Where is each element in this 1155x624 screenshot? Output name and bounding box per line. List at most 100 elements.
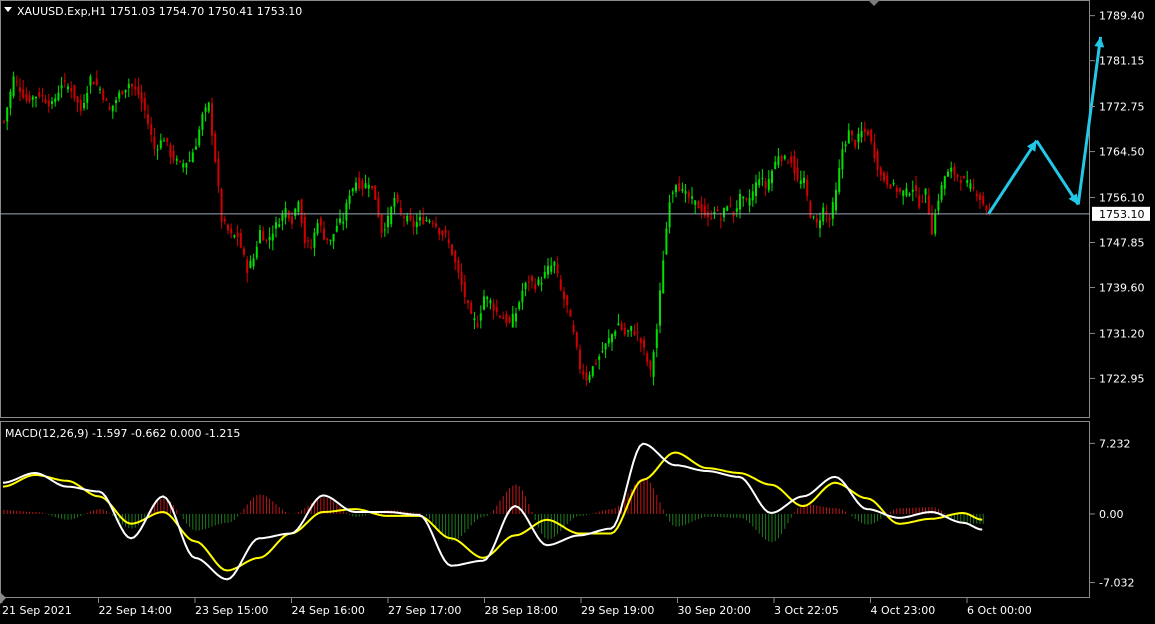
candle-body [115, 100, 117, 104]
candle-body [611, 334, 613, 343]
candle-body [950, 167, 953, 172]
candle-body [367, 184, 370, 189]
candle-body [678, 183, 681, 192]
forecast-arrow-shaft[interactable] [1035, 139, 1080, 206]
candle-body [815, 218, 818, 223]
candle-body [847, 130, 850, 144]
candle-body [723, 208, 725, 218]
forecast-arrow-shaft[interactable] [987, 139, 1038, 215]
candle-body [668, 202, 671, 228]
candle-body [556, 264, 559, 274]
candle-body [435, 223, 437, 227]
candle-body [947, 171, 949, 177]
candle-body [550, 265, 553, 272]
candle-body [332, 233, 335, 242]
price-axis: 1789.40 1781.15 1772.75 1764.50 1756.10 1747.… [1090, 10, 1145, 385]
triangle-down-icon[interactable] [4, 7, 12, 12]
candle-body [975, 193, 978, 197]
candle-body [953, 166, 956, 175]
candle-body [102, 90, 105, 100]
candle-body [28, 95, 31, 102]
price-tick-label: 1764.50 [1099, 146, 1145, 159]
candle-body [739, 193, 741, 210]
time-tick-label: 27 Sep 17:00 [388, 604, 461, 617]
candle-body [412, 220, 415, 227]
candle-body [579, 349, 581, 370]
trading-terminal: 1789.40 1781.15 1772.75 1764.50 1756.10 1747.… [0, 0, 1155, 620]
candle-body [819, 220, 821, 229]
candle-body [758, 179, 761, 186]
candle-body [905, 188, 908, 196]
candle-body [159, 140, 162, 149]
candle-body [73, 84, 76, 99]
candle-body [764, 181, 767, 188]
candle-body [310, 246, 313, 248]
candle-body [767, 178, 770, 191]
candle-body [918, 195, 921, 208]
candle-body [540, 283, 543, 285]
candle-body [278, 224, 281, 227]
candle-body [876, 151, 879, 170]
candle-body [646, 353, 649, 363]
candle-body [108, 106, 111, 110]
candle-body [348, 195, 351, 204]
chart-area[interactable]: 1789.40 1781.15 1772.75 1764.50 1756.10 1747.… [0, 0, 1155, 620]
candle-body [575, 332, 578, 347]
candle-body [323, 228, 325, 240]
candle-body [879, 168, 882, 176]
candle-body [383, 229, 386, 231]
candle-body [812, 216, 815, 218]
candle-body [460, 272, 463, 285]
candle-body [604, 343, 607, 350]
candle-body [54, 98, 57, 103]
candle-body [479, 313, 482, 321]
time-tick-label: 4 Oct 23:00 [871, 604, 936, 617]
candle-body [230, 228, 233, 234]
candle-body [38, 92, 41, 97]
candle-body [531, 276, 533, 282]
candle-body [361, 180, 364, 190]
candle-body [262, 230, 265, 241]
candle-body [364, 183, 367, 188]
candle-body [582, 371, 585, 375]
candle-body [873, 142, 876, 159]
candle-body [22, 89, 25, 98]
candle-body [431, 222, 434, 224]
candle-body [444, 229, 447, 234]
candle-body [470, 302, 473, 314]
candle-body [326, 238, 329, 240]
candle-body [636, 331, 639, 333]
candle-body [649, 360, 652, 370]
candle-body [12, 76, 15, 97]
candle-body [780, 155, 783, 162]
candle-body [745, 198, 748, 200]
candle-body [735, 208, 738, 212]
candle-body [134, 86, 137, 90]
candle-body [889, 184, 892, 189]
candle-body [166, 137, 169, 143]
candle-body [921, 201, 924, 203]
candle-body [707, 212, 709, 218]
candle-body [451, 244, 453, 255]
candle-body [313, 232, 316, 248]
price-tick-label: 1747.85 [1099, 236, 1145, 249]
time-tick-label: 23 Sep 15:00 [195, 604, 268, 617]
candle-series [3, 70, 991, 386]
candle-body [543, 272, 546, 278]
candle-body [675, 185, 677, 193]
candle-body [454, 251, 457, 263]
candle-body [342, 221, 345, 224]
candle-body [899, 188, 901, 192]
candle-body [697, 201, 700, 209]
candle-body [665, 228, 668, 255]
candle-body [185, 163, 188, 168]
candle-body [684, 191, 687, 194]
candle-body [774, 161, 777, 169]
candle-body [620, 323, 623, 330]
price-tick-label: 1772.75 [1099, 101, 1145, 114]
candle-body [44, 99, 47, 103]
candle-body [182, 163, 185, 168]
triangle-marker-icon[interactable] [868, 0, 880, 6]
macd-line [2, 442, 983, 581]
candle-body [419, 216, 421, 221]
